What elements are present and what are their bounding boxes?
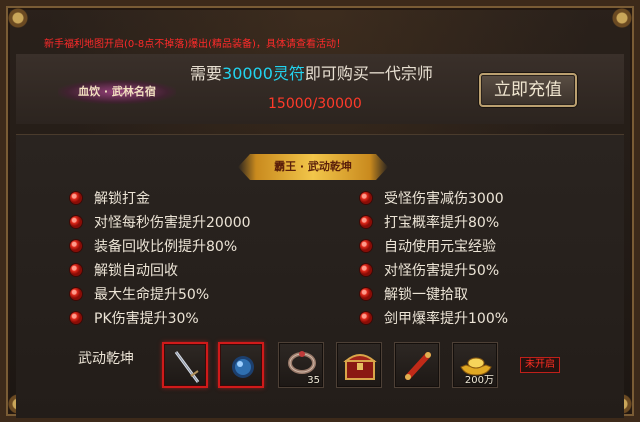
attribute-label: 自动使用元宝经验 <box>384 239 496 255</box>
attribute-item: 解锁一键拾取 <box>360 282 600 306</box>
item-slot-ring[interactable]: 35 <box>278 342 324 388</box>
attribute-label: 剑甲爆率提升100% <box>384 311 509 327</box>
attribute-label: 对怪伤害提升50% <box>384 263 500 279</box>
item-count: 200万 <box>464 375 494 386</box>
red-bullet-icon <box>70 264 82 276</box>
recharge-button[interactable]: 立即充值 <box>479 73 577 107</box>
attribute-item: 装备回收比例提升80% <box>70 234 310 258</box>
attribute-item: 剑甲爆率提升100% <box>360 306 600 330</box>
attribute-item: 打宝概率提升80% <box>360 210 600 234</box>
attribute-item: 受怪伤害减伤3000 <box>360 186 600 210</box>
red-bullet-icon <box>360 216 372 228</box>
attribute-label: 对怪每秒伤害提升20000 <box>94 215 251 231</box>
attribute-item: 对怪伤害提升50% <box>360 258 600 282</box>
red-bullet-icon <box>70 216 82 228</box>
red-bullet-icon <box>360 312 372 324</box>
purchase-requirement: 需要30000灵符即可购买一代宗师 <box>190 62 490 86</box>
reward-items-label: 武动乾坤 <box>78 351 134 367</box>
purchase-progress: 15000/30000 <box>268 96 362 112</box>
attribute-label: 受怪伤害减伤3000 <box>384 191 504 207</box>
attribute-label: 解锁自动回收 <box>94 263 178 279</box>
attribute-item: 最大生命提升50% <box>70 282 310 306</box>
red-bullet-icon <box>360 240 372 252</box>
item-slot-ingot[interactable]: 200万 <box>452 342 498 388</box>
attribute-label: PK伤害提升30% <box>94 311 199 327</box>
attribute-item: 解锁自动回收 <box>70 258 310 282</box>
attribute-list-left: 解锁打金 对怪每秒伤害提升20000 装备回收比例提升80% 解锁自动回收 最大… <box>70 186 310 330</box>
scroll-icon <box>405 352 431 380</box>
red-bullet-icon <box>70 288 82 300</box>
announcement-text: 新手福利地图开启(0-8点不掉落)爆出(精品装备)，具体请查看活动！ <box>44 39 346 50</box>
section-title-banner: 霸王 · 武动乾坤 <box>238 154 388 180</box>
item-slot-chest[interactable] <box>336 342 382 388</box>
red-bullet-icon <box>70 240 82 252</box>
sword-icon <box>174 351 200 383</box>
item-slot-sword[interactable] <box>162 342 208 388</box>
red-bullet-icon <box>360 192 372 204</box>
red-bullet-icon <box>70 312 82 324</box>
purchase-prefix: 需要 <box>190 64 223 83</box>
corner-ornament-icon <box>4 4 32 32</box>
red-bullet-icon <box>70 192 82 204</box>
item-slot-orb[interactable] <box>218 342 264 388</box>
treasure-chest-icon <box>343 354 377 380</box>
blue-orb-icon <box>232 356 254 378</box>
attribute-item: 自动使用元宝经验 <box>360 234 600 258</box>
purchase-amount: 30000灵符 <box>222 64 305 83</box>
red-bullet-icon <box>360 288 372 300</box>
rank-badge: 血饮 · 武林名宿 <box>58 80 176 104</box>
corner-ornament-icon <box>608 4 636 32</box>
attribute-item: 对怪每秒伤害提升20000 <box>70 210 310 234</box>
attribute-label: 解锁打金 <box>94 191 150 207</box>
attribute-item: PK伤害提升30% <box>70 306 310 330</box>
attribute-list-right: 受怪伤害减伤3000 打宝概率提升80% 自动使用元宝经验 对怪伤害提升50% … <box>360 186 600 330</box>
attribute-item: 解锁打金 <box>70 186 310 210</box>
section-title: 霸王 · 武动乾坤 <box>274 160 352 173</box>
red-bullet-icon <box>360 264 372 276</box>
status-badge: 未开启 <box>520 357 560 373</box>
attribute-label: 装备回收比例提升80% <box>94 239 238 255</box>
attribute-label: 打宝概率提升80% <box>384 215 500 231</box>
item-count: 35 <box>307 375 320 386</box>
item-slot-scroll[interactable] <box>394 342 440 388</box>
attribute-label: 解锁一键拾取 <box>384 287 468 303</box>
purchase-suffix: 即可购买一代宗师 <box>304 64 433 83</box>
attribute-label: 最大生命提升50% <box>94 287 210 303</box>
